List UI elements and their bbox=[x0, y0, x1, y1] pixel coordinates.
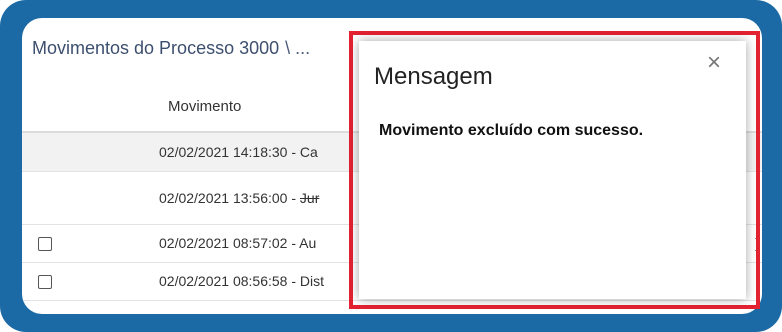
row-text: 02/02/2021 08:57:02 - Au bbox=[159, 235, 317, 251]
row-text: 02/02/2021 08:56:58 - Dist bbox=[159, 273, 325, 289]
message-dialog: Mensagem × Movimento excluído com sucess… bbox=[359, 41, 746, 299]
column-header-movimento[interactable]: Movimento bbox=[168, 98, 241, 115]
row-checkbox[interactable] bbox=[38, 237, 52, 251]
close-icon[interactable]: × bbox=[707, 51, 721, 75]
row-text-date: 02/02/2021 13:56:00 - bbox=[159, 190, 300, 206]
row-text-struck: Jur bbox=[299, 190, 320, 206]
dialog-message: Movimento excluído com sucesso. bbox=[379, 122, 644, 139]
page-title: Movimentos do Processo 3000 \ ... bbox=[32, 38, 310, 59]
row-checkbox[interactable] bbox=[38, 275, 52, 289]
row-text: 02/02/2021 14:18:30 - Ca bbox=[159, 144, 318, 160]
page-title-text: Movimentos do Processo 3000 bbox=[32, 38, 280, 58]
page-title-obscured: \ ... bbox=[285, 38, 311, 58]
row-text: 02/02/2021 13:56:00 - Jur bbox=[159, 190, 319, 206]
dialog-title: Mensagem bbox=[374, 63, 493, 90]
